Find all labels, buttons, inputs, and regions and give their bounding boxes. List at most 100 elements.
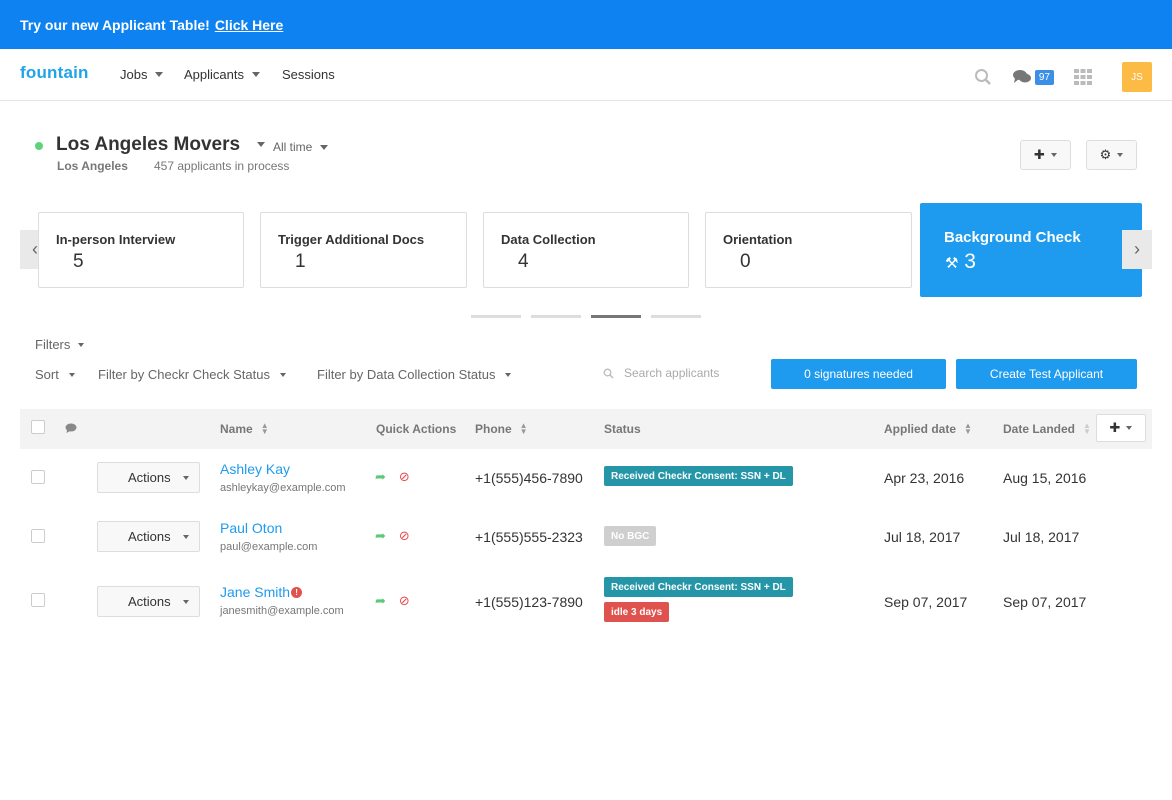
stage-name: Orientation	[723, 232, 793, 247]
chevron-down-icon	[251, 72, 260, 77]
column-header-quick-actions: Quick Actions	[376, 422, 456, 436]
date-landed: Sep 07, 2017	[1003, 594, 1087, 610]
apps-grid-icon[interactable]	[1074, 69, 1092, 85]
data-collection-filter[interactable]: Filter by Data Collection Status	[317, 367, 512, 382]
column-header-status: Status	[604, 422, 641, 436]
applicant-name: Jane Smith	[220, 584, 291, 600]
reject-icon[interactable]: ⊘	[399, 593, 410, 609]
messages-count-badge[interactable]: 97	[1034, 69, 1054, 85]
applied-date: Sep 07, 2017	[884, 594, 968, 610]
applicants-count: 457 applicants in process	[154, 159, 290, 173]
advance-arrow-icon[interactable]: ➦	[375, 528, 386, 544]
page-dot-active[interactable]	[591, 315, 641, 318]
create-test-applicant-button[interactable]: Create Test Applicant	[956, 359, 1137, 389]
table-row[interactable]: Actions Ashley Kay ashleykay@example.com…	[20, 449, 1152, 508]
sort-icon: ▲ ▼	[1083, 421, 1091, 436]
chevron-down-icon	[505, 372, 512, 377]
messages-icon[interactable]	[1012, 69, 1032, 85]
reject-icon[interactable]: ⊘	[399, 469, 410, 485]
stage-card[interactable]: In-person Interview 5	[38, 212, 244, 288]
actions-dropdown[interactable]: Actions	[97, 586, 200, 617]
nav-applicants[interactable]: Applicants	[184, 67, 260, 82]
sort-dropdown[interactable]: Sort	[35, 367, 75, 382]
reject-icon[interactable]: ⊘	[399, 528, 410, 544]
search-placeholder: Search applicants	[624, 366, 720, 380]
applicant-email: paul@example.com	[220, 541, 318, 553]
applicant-phone: +1(555)555-2323	[475, 529, 583, 545]
checkr-status-filter[interactable]: Filter by Checkr Check Status	[98, 367, 286, 382]
column-header-name[interactable]: Name ▲ ▼	[220, 422, 269, 437]
quick-actions: ➦ ⊘	[375, 469, 410, 485]
nav-jobs[interactable]: Jobs	[120, 67, 164, 82]
page-dot[interactable]	[471, 315, 521, 318]
column-header-applied-date[interactable]: Applied date ▲ ▼	[884, 421, 972, 437]
stage-card[interactable]: Orientation 0	[705, 212, 912, 288]
time-filter-dropdown[interactable]: All time	[273, 140, 329, 154]
applicant-name: Paul Oton	[220, 520, 283, 536]
stage-count: ⚒ 3	[945, 250, 976, 274]
advance-arrow-icon[interactable]: ➦	[375, 593, 386, 609]
applicant-name-link[interactable]: Paul Oton	[220, 520, 282, 536]
stage-card[interactable]: Data Collection 4	[483, 212, 689, 288]
actions-dropdown[interactable]: Actions	[97, 521, 200, 552]
fountain-logo[interactable]: fountain	[20, 63, 89, 83]
applicant-name-link[interactable]: Ashley Kay	[220, 461, 290, 477]
column-header-date-landed[interactable]: Date Landed ▲ ▼	[1003, 421, 1091, 437]
stage-card[interactable]: Trigger Additional Docs 1	[260, 212, 467, 288]
chevron-down-icon	[1050, 153, 1057, 157]
job-title[interactable]: Los Angeles Movers	[56, 134, 266, 156]
stage-count: 0	[740, 251, 751, 272]
stage-count: 1	[295, 251, 306, 272]
applicant-name-link[interactable]: Jane Smith !	[220, 584, 303, 600]
column-header-phone[interactable]: Phone ▲ ▼	[475, 421, 528, 437]
stage-name: Data Collection	[501, 232, 596, 247]
row-checkbox[interactable]	[31, 529, 45, 543]
column-header-label: Date Landed	[1003, 422, 1076, 436]
actions-dropdown[interactable]: Actions	[97, 462, 200, 493]
search-input[interactable]: Search applicants	[603, 366, 719, 380]
chevron-down-icon	[78, 342, 85, 347]
chevron-down-icon	[183, 600, 189, 604]
row-checkbox[interactable]	[31, 470, 45, 484]
nav-sessions-label: Sessions	[282, 67, 335, 82]
select-all-checkbox[interactable]	[31, 420, 45, 434]
chevron-down-icon	[155, 72, 164, 77]
table-row[interactable]: Actions Paul Oton paul@example.com ➦ ⊘ +…	[20, 508, 1152, 567]
comment-icon[interactable]	[65, 423, 77, 433]
search-icon[interactable]	[974, 68, 992, 86]
sort-icon: ▲ ▼	[964, 421, 972, 436]
add-dropdown-button[interactable]: ✚	[1020, 140, 1071, 170]
advance-arrow-icon[interactable]: ➦	[375, 469, 386, 485]
gavel-icon: ⚒	[945, 255, 959, 272]
top-nav: fountain Jobs Applicants Sessions 97 JS	[0, 49, 1172, 101]
page-dot[interactable]	[531, 315, 581, 318]
stage-card-active[interactable]: Background Check ⚒ 3	[920, 203, 1142, 297]
filters-dropdown[interactable]: Filters	[35, 337, 85, 352]
status-badge: Received Checkr Consent: SSN + DL	[604, 466, 793, 486]
page-dot[interactable]	[651, 315, 701, 318]
sort-icon: ▲ ▼	[519, 421, 528, 436]
alert-icon: !	[291, 586, 303, 598]
avatar[interactable]: JS	[1122, 62, 1152, 92]
chevron-down-icon	[1117, 153, 1124, 157]
actions-label: Actions	[128, 594, 171, 609]
actions-label: Actions	[128, 470, 171, 485]
add-column-button[interactable]: ✚	[1096, 414, 1146, 442]
date-landed: Jul 18, 2017	[1003, 529, 1080, 545]
checkr-filter-label: Filter by Checkr Check Status	[98, 367, 270, 382]
banner-link[interactable]: Click Here	[215, 17, 283, 33]
column-header-label: Quick Actions	[376, 422, 457, 436]
stage-name: Background Check	[944, 229, 1081, 246]
applicant-phone: +1(555)123-7890	[475, 594, 583, 610]
table-row[interactable]: Actions Jane Smith ! janesmith@example.c…	[20, 567, 1152, 637]
signatures-needed-button[interactable]: 0 signatures needed	[771, 359, 946, 389]
status-dot	[35, 142, 43, 150]
carousel-next-button[interactable]: ›	[1122, 230, 1152, 269]
settings-dropdown-button[interactable]: ⚙	[1086, 140, 1137, 170]
chevron-down-icon	[1126, 426, 1133, 430]
actions-label: Actions	[128, 529, 171, 544]
gear-icon: ⚙	[1099, 147, 1112, 162]
nav-sessions[interactable]: Sessions	[282, 67, 335, 82]
chevron-down-icon	[279, 372, 286, 377]
row-checkbox[interactable]	[31, 593, 45, 607]
